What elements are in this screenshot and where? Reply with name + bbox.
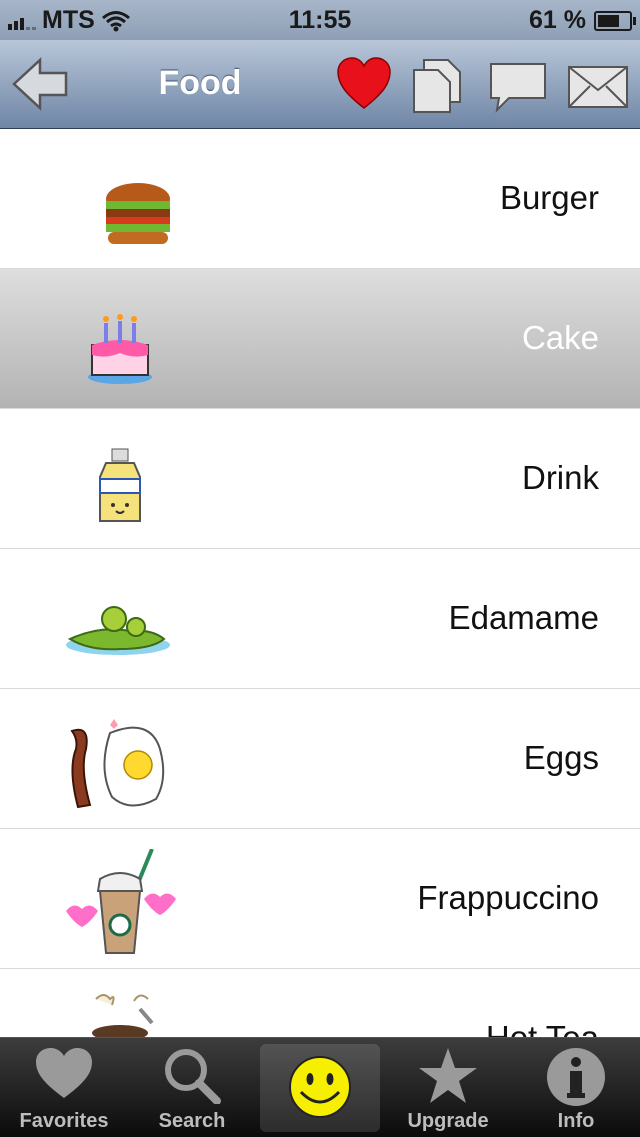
star-icon <box>419 1048 477 1103</box>
list-item[interactable]: Hot Tea <box>0 969 640 1037</box>
item-label: Burger <box>499 179 599 216</box>
back-arrow-icon[interactable] <box>10 56 70 112</box>
tab-info[interactable]: Info <box>512 1038 640 1137</box>
page-title: Food <box>158 64 242 102</box>
item-label: Hot Tea <box>486 1019 599 1037</box>
item-label: Eggs <box>523 739 599 776</box>
food-list: Burger Cake Drink Edamame Eggs Frappucci… <box>0 129 640 1037</box>
drink-icon <box>99 448 141 522</box>
item-label: Edamame <box>448 599 599 636</box>
battery-status: 61 % <box>529 6 636 35</box>
item-label: Frappuccino <box>417 879 599 916</box>
mail-icon[interactable] <box>566 64 630 110</box>
eggs-icon <box>70 719 165 809</box>
info-icon <box>547 1048 605 1106</box>
tab-search[interactable]: Search <box>128 1038 256 1137</box>
burger-icon <box>106 183 170 244</box>
edamame-icon <box>66 606 170 655</box>
tab-label: Search <box>158 1110 226 1132</box>
heart-icon[interactable] <box>336 56 392 110</box>
tab-label: Favorites <box>19 1110 109 1132</box>
list-item[interactable]: Eggs <box>0 689 640 829</box>
tab-label: Upgrade <box>407 1110 489 1132</box>
tab-label: Info <box>557 1110 595 1132</box>
smiley-icon <box>289 1056 351 1118</box>
battery-icon <box>594 10 636 31</box>
battery-percent: 61 % <box>529 6 586 34</box>
magnifier-icon <box>165 1049 221 1104</box>
list-item[interactable]: Cake <box>0 269 640 409</box>
tab-upgrade[interactable]: Upgrade <box>384 1038 512 1137</box>
hot-tea-icon <box>92 994 154 1037</box>
list-item[interactable]: Drink <box>0 409 640 549</box>
cake-icon <box>88 314 152 384</box>
tab-emoji[interactable] <box>260 1044 380 1132</box>
item-label: Drink <box>521 459 599 496</box>
status-bar: MTS 11:55 61 % <box>0 0 640 40</box>
list-item[interactable]: Frappuccino <box>0 829 640 969</box>
frappuccino-icon <box>66 849 176 954</box>
tab-bar: Favorites Search Upgrade Info <box>0 1037 640 1137</box>
tab-favorites[interactable]: Favorites <box>0 1038 128 1137</box>
heart-icon <box>36 1048 92 1098</box>
item-label: Cake <box>521 319 599 356</box>
list-item[interactable]: Edamame <box>0 549 640 689</box>
message-icon[interactable] <box>487 60 549 114</box>
copy-icon[interactable] <box>410 58 466 114</box>
list-item[interactable]: Burger <box>0 129 640 269</box>
nav-bar: Food <box>0 40 640 129</box>
